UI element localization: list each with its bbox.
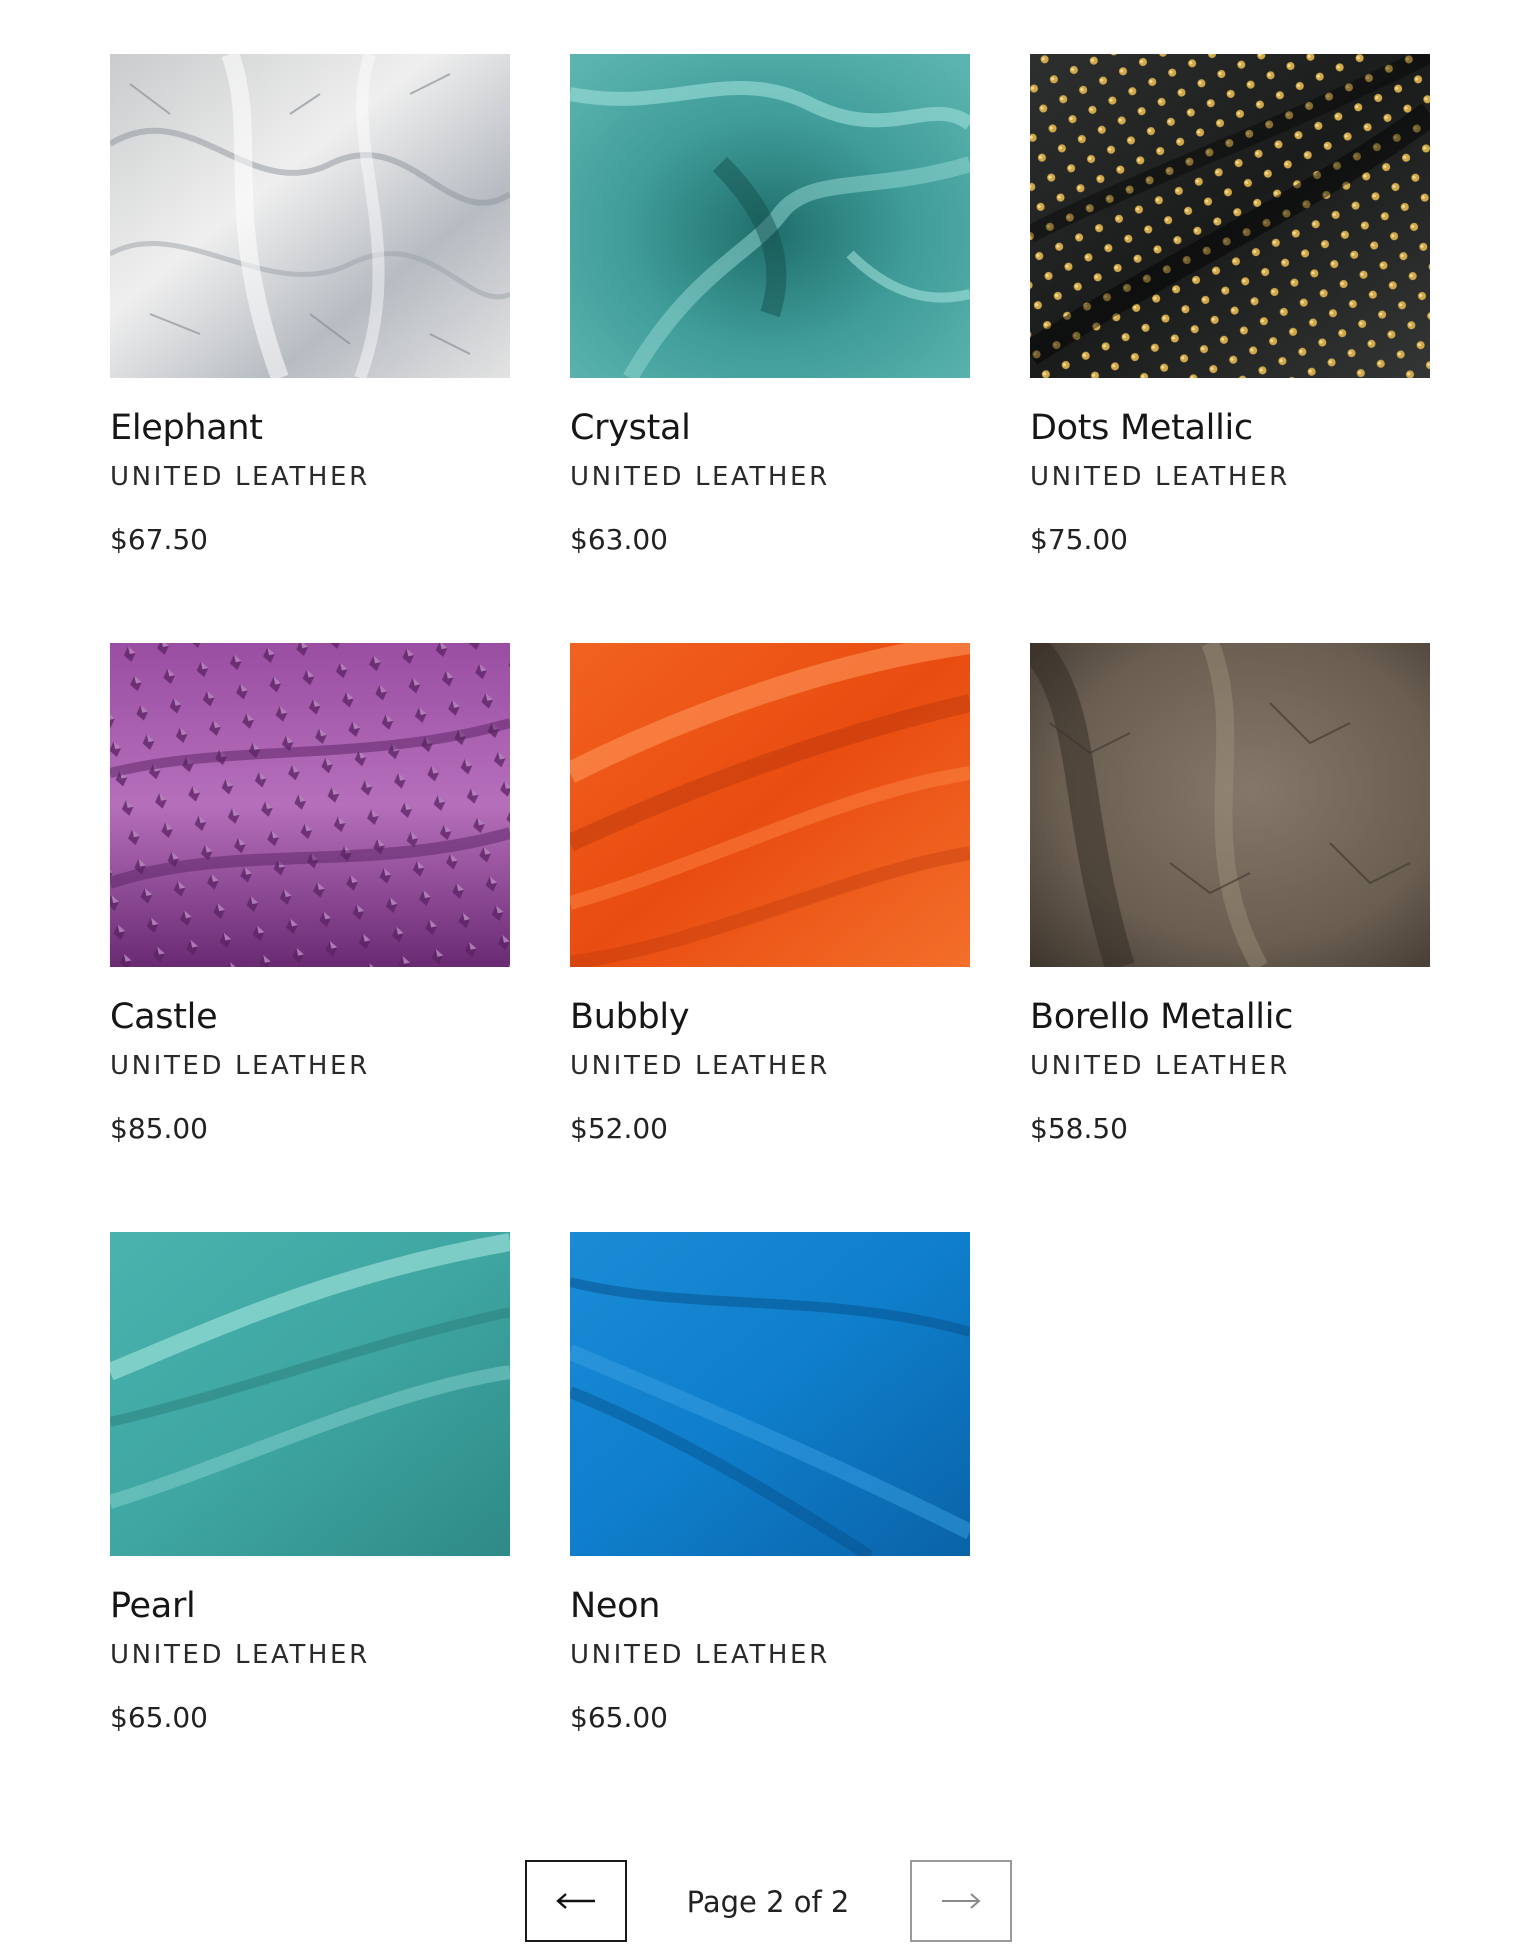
next-page-button[interactable] [910, 1860, 1012, 1942]
product-vendor: UNITED LEATHER [570, 1640, 830, 1670]
product-price: $85.00 [110, 1112, 208, 1145]
product-title[interactable]: Elephant [110, 406, 510, 450]
product-card-pearl[interactable]: Pearl UNITED LEATHER $65.00 [110, 1232, 510, 1821]
product-grid: Elephant UNITED LEATHER $67.50 Crystal U… [110, 54, 1430, 1821]
product-price: $58.50 [1030, 1112, 1128, 1145]
product-image-borello-metallic[interactable] [1030, 643, 1430, 967]
product-title[interactable]: Borello Metallic [1030, 995, 1430, 1039]
product-card-borello-metallic[interactable]: Borello Metallic UNITED LEATHER $58.50 [1030, 643, 1430, 1232]
product-vendor: UNITED LEATHER [570, 1051, 830, 1081]
product-price: $52.00 [570, 1112, 668, 1145]
product-vendor: UNITED LEATHER [110, 462, 370, 492]
product-price: $67.50 [110, 523, 208, 556]
product-card-elephant[interactable]: Elephant UNITED LEATHER $67.50 [110, 54, 510, 643]
product-image-pearl[interactable] [110, 1232, 510, 1556]
product-title[interactable]: Dots Metallic [1030, 406, 1430, 450]
product-title[interactable]: Crystal [570, 406, 970, 450]
arrow-right-icon [942, 1893, 981, 1909]
product-vendor: UNITED LEATHER [110, 1051, 370, 1081]
product-card-dots-metallic[interactable]: Dots Metallic UNITED LEATHER $75.00 [1030, 54, 1430, 643]
product-image-dots-metallic[interactable] [1030, 54, 1430, 378]
product-vendor: UNITED LEATHER [1030, 462, 1290, 492]
pagination: Page 2 of 2 [0, 1860, 1536, 1944]
previous-page-button[interactable] [525, 1860, 627, 1942]
product-price: $63.00 [570, 523, 668, 556]
product-card-crystal[interactable]: Crystal UNITED LEATHER $63.00 [570, 54, 970, 643]
product-vendor: UNITED LEATHER [570, 462, 830, 492]
product-price: $75.00 [1030, 523, 1128, 556]
product-image-neon[interactable] [570, 1232, 970, 1556]
product-image-castle[interactable] [110, 643, 510, 967]
product-vendor: UNITED LEATHER [1030, 1051, 1290, 1081]
product-price: $65.00 [110, 1701, 208, 1734]
product-title[interactable]: Neon [570, 1584, 970, 1628]
product-title[interactable]: Castle [110, 995, 510, 1039]
product-vendor: UNITED LEATHER [110, 1640, 370, 1670]
product-title[interactable]: Bubbly [570, 995, 970, 1039]
product-card-bubbly[interactable]: Bubbly UNITED LEATHER $52.00 [570, 643, 970, 1232]
page-indicator: Page 2 of 2 [686, 1885, 850, 1919]
arrow-left-icon [556, 1893, 595, 1909]
product-image-bubbly[interactable] [570, 643, 970, 967]
product-card-neon[interactable]: Neon UNITED LEATHER $65.00 [570, 1232, 970, 1821]
product-image-crystal[interactable] [570, 54, 970, 378]
product-image-elephant[interactable] [110, 54, 510, 378]
product-title[interactable]: Pearl [110, 1584, 510, 1628]
product-card-castle[interactable]: Castle UNITED LEATHER $85.00 [110, 643, 510, 1232]
product-price: $65.00 [570, 1701, 668, 1734]
